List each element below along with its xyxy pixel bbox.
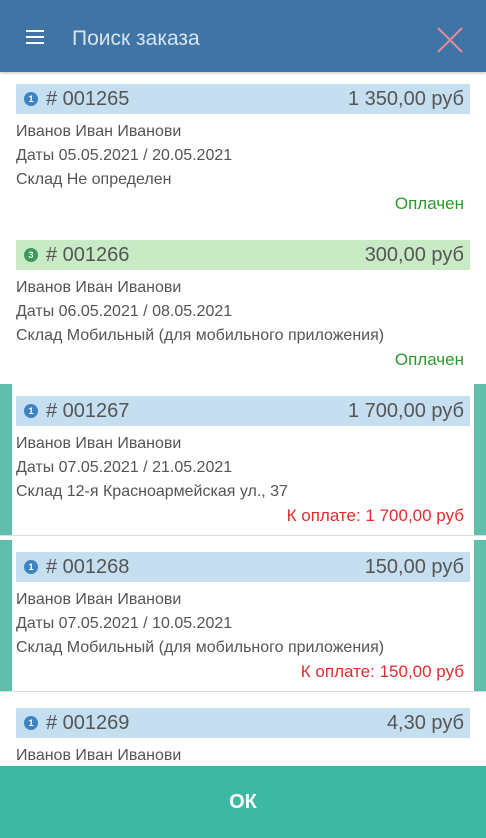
order-customer: Иванов Иван Иванови: [16, 591, 182, 608]
order-number: # 001266: [46, 243, 130, 266]
order-dates: Даты 06.05.2021 / 08.05.2021: [16, 303, 233, 320]
order-count-badge: 1: [24, 716, 38, 730]
order-customer: Иванов Иван Иванови: [16, 435, 182, 452]
order-header: 3 # 001266 300,00 руб: [16, 240, 470, 270]
order-item[interactable]: 1 # 001269 4,30 руб Иванов Иван Иванови: [0, 696, 486, 766]
order-item[interactable]: 1 # 001268 150,00 руб Иванов Иван Иванов…: [0, 540, 486, 692]
hamburger-menu-icon[interactable]: [26, 30, 46, 46]
order-dates: Даты 05.05.2021 / 20.05.2021: [16, 147, 233, 164]
order-customer: Иванов Иван Иванови: [16, 279, 182, 296]
close-icon[interactable]: [434, 24, 466, 56]
selection-marker-left: [0, 540, 12, 692]
order-status: К оплате: 150,00 руб: [300, 662, 464, 681]
order-list[interactable]: 1 # 001265 1 350,00 руб Иванов Иван Иван…: [0, 72, 486, 766]
selection-marker-right: [474, 384, 486, 536]
order-header: 1 # 001268 150,00 руб: [16, 552, 470, 582]
selection-marker-right: [474, 540, 486, 692]
order-item[interactable]: 3 # 001266 300,00 руб Иванов Иван Иванов…: [0, 228, 486, 380]
order-header: 1 # 001265 1 350,00 руб: [16, 84, 470, 114]
divider: [0, 691, 486, 692]
order-customer: Иванов Иван Иванови: [16, 123, 182, 140]
order-count-badge: 1: [24, 404, 38, 418]
order-dates: Даты 07.05.2021 / 21.05.2021: [16, 459, 233, 476]
order-item[interactable]: 1 # 001265 1 350,00 руб Иванов Иван Иван…: [0, 72, 486, 224]
order-header: 1 # 001269 4,30 руб: [16, 708, 470, 738]
order-number: # 001267: [46, 399, 130, 422]
order-status: К оплате: 1 700,00 руб: [286, 506, 464, 525]
order-number: # 001269: [46, 711, 130, 734]
order-warehouse: Склад Мобильный (для мобильного приложен…: [16, 327, 385, 344]
ok-button-label: ОК: [229, 790, 257, 813]
order-item[interactable]: 1 # 001267 1 700,00 руб Иванов Иван Иван…: [0, 384, 486, 536]
order-customer: Иванов Иван Иванови: [16, 747, 182, 764]
divider: [0, 535, 486, 536]
order-number: # 001265: [46, 87, 130, 110]
order-header: 1 # 001267 1 700,00 руб: [16, 396, 470, 426]
page-title: Поиск заказа: [72, 27, 200, 50]
order-sum: 1 350,00 руб: [348, 87, 464, 110]
order-sum: 300,00 руб: [364, 243, 464, 266]
order-sum: 1 700,00 руб: [348, 399, 464, 422]
order-warehouse: Склад 12-я Красноармейская ул., 37: [16, 483, 288, 500]
order-dates: Даты 07.05.2021 / 10.05.2021: [16, 615, 233, 632]
order-count-badge: 1: [24, 560, 38, 574]
order-sum: 4,30 руб: [386, 711, 464, 734]
order-number: # 001268: [46, 555, 130, 578]
order-count-badge: 1: [24, 92, 38, 106]
ok-button[interactable]: ОК: [0, 766, 486, 838]
order-status: Оплачен: [394, 350, 464, 369]
order-count-badge: 3: [24, 248, 38, 262]
order-status: Оплачен: [394, 194, 464, 213]
app-header: Поиск заказа: [0, 0, 486, 72]
order-sum: 150,00 руб: [364, 555, 464, 578]
selection-marker-left: [0, 384, 12, 536]
order-warehouse: Склад Мобильный (для мобильного приложен…: [16, 639, 385, 656]
order-warehouse: Склад Не определен: [16, 171, 172, 188]
